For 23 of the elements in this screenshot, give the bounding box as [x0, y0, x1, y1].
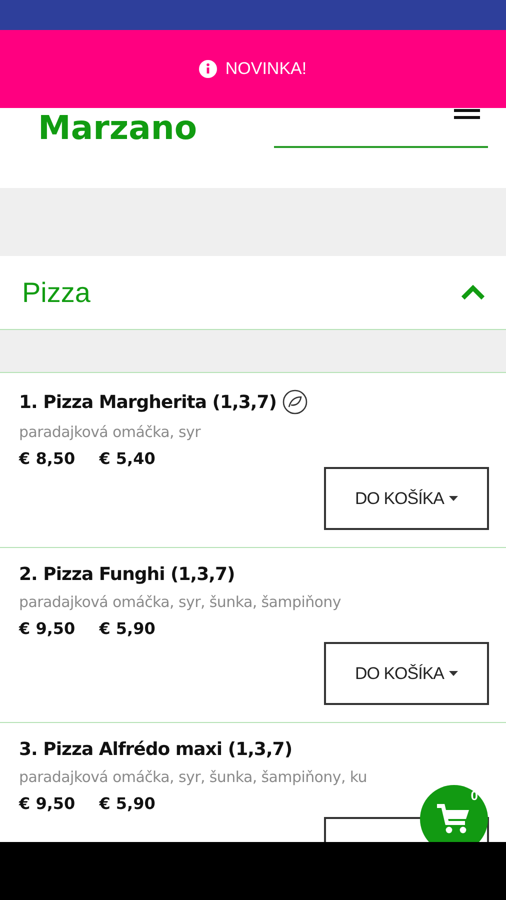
item-price: € 9,50 — [19, 794, 76, 813]
add-to-cart-button[interactable]: DO KOŠÍKA — [324, 467, 489, 530]
item-name: 1. Pizza Margherita (1,3,7) — [19, 392, 276, 412]
caret-icon — [449, 496, 458, 501]
add-to-cart-button[interactable]: DO KOŠÍKA — [324, 642, 489, 705]
item-description: paradajková omáčka, syr, šunka, šampiňony, ku — [19, 768, 368, 786]
section-title: Pizza — [22, 276, 90, 308]
item-description: paradajková omáčka, syr — [19, 423, 202, 441]
item-description: paradajková omáčka, syr, šunka, šampiňony — [19, 593, 342, 611]
chevron-icon — [460, 284, 486, 300]
item-name: 2. Pizza Funghi (1,3,7) — [19, 564, 235, 585]
item-name: 3. Pizza Alfrédo maxi (1,3,7) — [19, 739, 292, 760]
logo: Marzano — [38, 108, 198, 148]
item-price: € 5,90 — [99, 619, 156, 638]
item-price: € 5,40 — [99, 449, 156, 468]
item-price: € 8,50 — [19, 449, 76, 468]
caret-icon — [449, 671, 458, 676]
item-price: € 5,90 — [99, 794, 156, 813]
banner-text: NOVINKA! — [225, 59, 307, 79]
menu-icon[interactable] — [454, 108, 480, 120]
item-price: € 9,50 — [19, 619, 76, 638]
info-icon — [199, 60, 218, 78]
cart-icon — [436, 803, 472, 835]
